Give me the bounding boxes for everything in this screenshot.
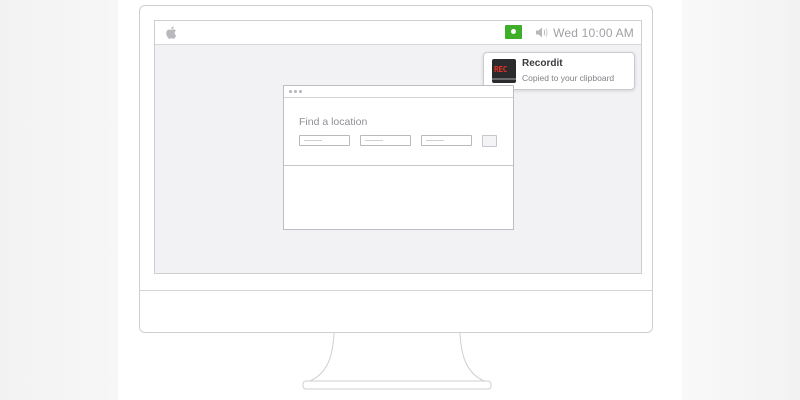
rec-label: REC	[494, 65, 507, 74]
menu-bar: Wed 10:00 AM	[155, 21, 641, 45]
monitor-stand	[302, 333, 492, 390]
window-minimize-dot[interactable]	[294, 90, 297, 93]
window-titlebar[interactable]	[284, 86, 513, 98]
location-window: Find a location	[283, 85, 514, 230]
find-location-heading: Find a location	[299, 116, 368, 128]
monitor-illustration: Wed 10:00 AM REC Recordit Copied to your…	[139, 5, 653, 333]
apple-logo-icon[interactable]	[165, 26, 177, 39]
location-field-2[interactable]	[360, 135, 411, 146]
background-left	[0, 0, 118, 400]
notification-message: Copied to your clipboard	[522, 73, 615, 83]
monitor-chin-divider	[140, 290, 652, 291]
speaker-icon[interactable]	[535, 26, 549, 39]
window-divider	[284, 165, 513, 166]
background-right	[682, 0, 800, 400]
recording-indicator-icon[interactable]	[505, 25, 522, 39]
search-button[interactable]	[482, 135, 497, 147]
window-zoom-dot[interactable]	[299, 90, 302, 93]
menubar-clock[interactable]: Wed 10:00 AM	[553, 26, 634, 40]
window-close-dot[interactable]	[289, 90, 292, 93]
location-field-1[interactable]	[299, 135, 350, 146]
monitor-screen: Wed 10:00 AM REC Recordit Copied to your…	[154, 20, 642, 274]
recordit-app-icon: REC	[492, 59, 516, 83]
location-field-3[interactable]	[421, 135, 472, 146]
notification-title: Recordit	[522, 58, 563, 69]
